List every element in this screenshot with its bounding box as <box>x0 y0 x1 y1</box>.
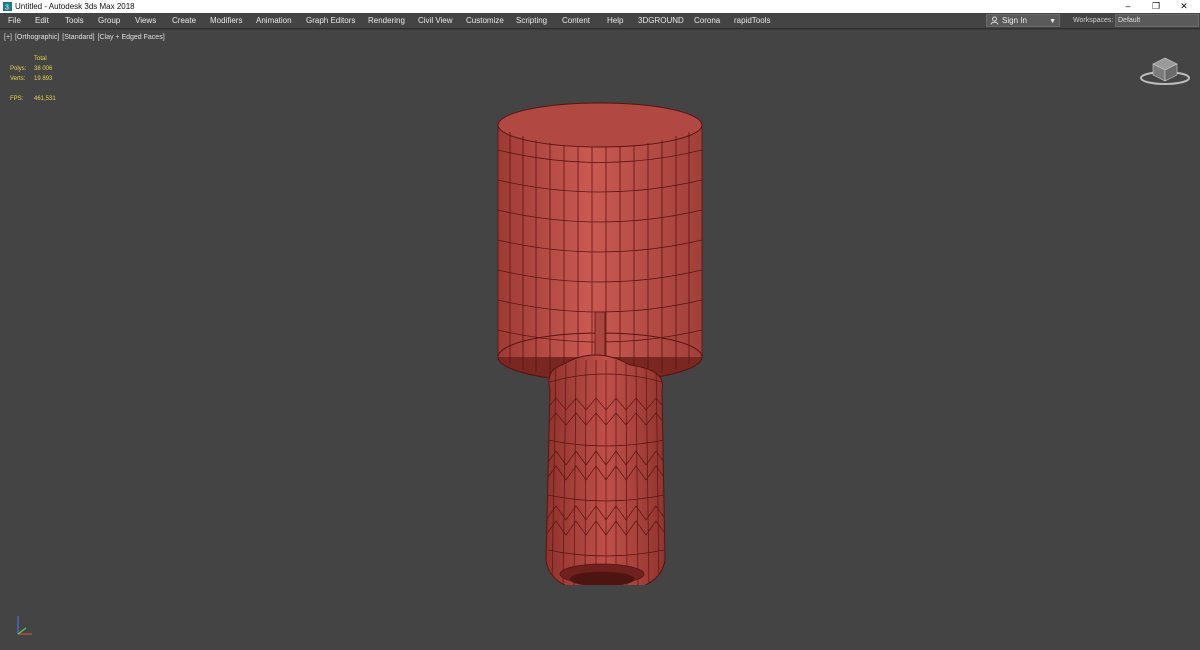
user-icon <box>990 16 999 25</box>
polys-value: 38 006 <box>34 66 53 72</box>
verts-label: Verts: <box>10 76 26 82</box>
close-button[interactable]: ✕ <box>1170 0 1198 13</box>
menu-civil-view[interactable]: Civil View <box>418 13 453 28</box>
svg-text:3: 3 <box>5 5 9 12</box>
menu-animation[interactable]: Animation <box>256 13 292 28</box>
verts-value: 19 893 <box>34 76 53 82</box>
menu-customize[interactable]: Customize <box>466 13 504 28</box>
app-icon: 3 <box>3 2 12 11</box>
menu-content[interactable]: Content <box>562 13 590 28</box>
menu-3dground[interactable]: 3DGROUND <box>638 13 684 28</box>
viewport-label: [+] [Orthographic] [Standard] [Clay + Ed… <box>4 34 166 41</box>
viewport[interactable]: [+] [Orthographic] [Standard] [Clay + Ed… <box>0 29 1200 650</box>
viewport-menu-standard[interactable]: [Standard] <box>62 34 94 41</box>
stats-header: Total <box>34 56 47 62</box>
title-bar: 3 Untitled - Autodesk 3ds Max 2018 – ❐ ✕ <box>0 0 1200 13</box>
minimize-button[interactable]: – <box>1114 0 1142 13</box>
menu-rapidtools[interactable]: rapidTools <box>734 13 770 28</box>
menu-views[interactable]: Views <box>135 13 156 28</box>
menu-graph-editors[interactable]: Graph Editors <box>306 13 355 28</box>
fps-value: 461,531 <box>34 96 56 102</box>
viewport-menu-plus[interactable]: [+] <box>4 34 12 41</box>
polys-label: Polys: <box>10 66 27 72</box>
menu-create[interactable]: Create <box>172 13 196 28</box>
window-title: Untitled - Autodesk 3ds Max 2018 <box>15 2 135 11</box>
axis-gizmo-icon <box>17 616 32 635</box>
lamp-mesh[interactable] <box>490 80 720 585</box>
restore-button[interactable]: ❐ <box>1142 0 1170 13</box>
menu-group[interactable]: Group <box>98 13 120 28</box>
workspaces-label: Workspaces: <box>1073 17 1114 24</box>
viewport-menu-projection[interactable]: [Orthographic] <box>15 34 59 41</box>
viewcube-icon[interactable] <box>1138 52 1192 88</box>
sign-in-label: Sign In <box>1002 16 1027 25</box>
menu-help[interactable]: Help <box>607 13 623 28</box>
menu-tools[interactable]: Tools <box>65 13 84 28</box>
menu-corona[interactable]: Corona <box>694 13 720 28</box>
chevron-down-icon: ▼ <box>1049 18 1056 25</box>
viewport-menu-shading[interactable]: [Clay + Edged Faces] <box>98 34 165 41</box>
menu-file[interactable]: File <box>8 13 21 28</box>
workspaces-select[interactable]: Default <box>1115 14 1199 27</box>
menu-scripting[interactable]: Scripting <box>516 13 547 28</box>
menu-modifiers[interactable]: Modifiers <box>210 13 242 28</box>
menu-rendering[interactable]: Rendering <box>368 13 405 28</box>
sign-in-dropdown[interactable]: Sign In ▼ <box>986 14 1060 27</box>
fps-label: FPS: <box>10 96 24 102</box>
menu-edit[interactable]: Edit <box>35 13 49 28</box>
lamp-body <box>545 354 666 585</box>
